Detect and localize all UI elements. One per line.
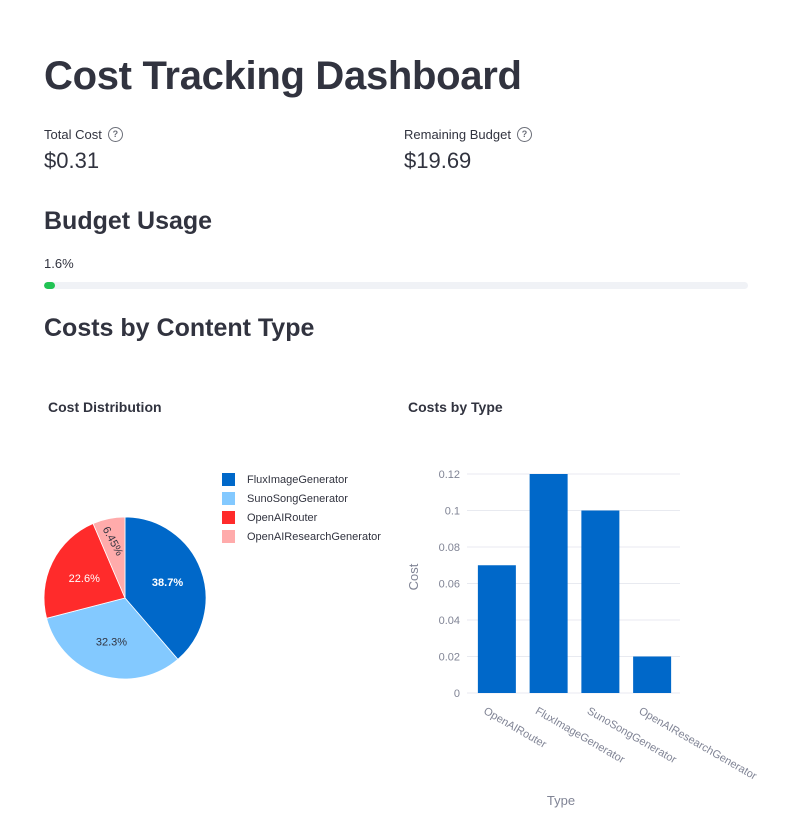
- legend-item[interactable]: SunoSongGenerator: [222, 489, 381, 508]
- legend-swatch: [222, 511, 235, 524]
- x-tick-label: SunoSongGenerator: [585, 705, 679, 766]
- pie-chart-title: Cost Distribution: [48, 399, 162, 415]
- legend-label: SunoSongGenerator: [247, 492, 348, 505]
- legend-swatch: [222, 530, 235, 543]
- page-title: Cost Tracking Dashboard: [44, 54, 522, 98]
- legend-item[interactable]: OpenAIResearchGenerator: [222, 527, 381, 546]
- cost-distribution-pie-chart: 38.7%32.3%22.6%6.45%: [43, 516, 207, 680]
- y-axis-label: Cost: [406, 563, 421, 590]
- y-tick-label: 0.06: [439, 579, 460, 591]
- question-circle-icon[interactable]: ?: [516, 127, 532, 142]
- bar: [633, 656, 672, 693]
- costs-by-type-bar-chart: 00.020.040.060.080.10.12OpenAIRouterFlux…: [406, 469, 759, 808]
- x-axis-label: Type: [547, 793, 575, 808]
- question-circle-icon[interactable]: ?: [107, 127, 123, 142]
- pie-slice-label: 22.6%: [69, 573, 100, 585]
- legend-label: OpenAIRouter: [247, 511, 318, 524]
- pie-slice-label: 32.3%: [96, 636, 127, 648]
- legend-item[interactable]: OpenAIRouter: [222, 508, 381, 527]
- y-tick-label: 0: [454, 688, 460, 700]
- x-tick-label: FluxImageGenerator: [533, 705, 627, 766]
- bar: [529, 474, 568, 693]
- legend-label: OpenAIResearchGenerator: [247, 530, 381, 543]
- y-tick-label: 0.1: [445, 506, 460, 518]
- pie-slice-label: 38.7%: [152, 577, 183, 589]
- remaining-budget-label: Remaining Budget: [404, 127, 511, 142]
- y-tick-label: 0.04: [439, 615, 460, 627]
- budget-progress-fill: [44, 282, 56, 289]
- remaining-budget-metric: Remaining Budget ? $19.69: [404, 127, 532, 174]
- total-cost-value: $0.31: [44, 148, 100, 173]
- y-tick-label: 0.08: [439, 542, 460, 554]
- y-tick-label: 0.12: [439, 469, 460, 481]
- budget-progress-bar: [44, 282, 748, 289]
- bar: [477, 565, 516, 693]
- budget-percent-text: 1.6%: [44, 256, 74, 271]
- legend-label: FluxImageGenerator: [247, 473, 348, 486]
- pie-legend: FluxImageGenerator SunoSongGenerator OpenA…: [222, 470, 381, 546]
- total-cost-metric: Total Cost ? $0.31: [44, 127, 123, 174]
- y-tick-label: 0.02: [439, 652, 460, 664]
- budget-usage-header: Budget Usage: [44, 207, 213, 235]
- content-type-header: Costs by Content Type: [44, 314, 315, 342]
- total-cost-label: Total Cost: [44, 127, 102, 142]
- bar-chart-title: Costs by Type: [408, 399, 503, 415]
- legend-swatch: [222, 492, 235, 505]
- legend-item[interactable]: FluxImageGenerator: [222, 470, 381, 489]
- bar: [581, 510, 620, 693]
- remaining-budget-value: $19.69: [404, 148, 472, 173]
- legend-swatch: [222, 473, 235, 486]
